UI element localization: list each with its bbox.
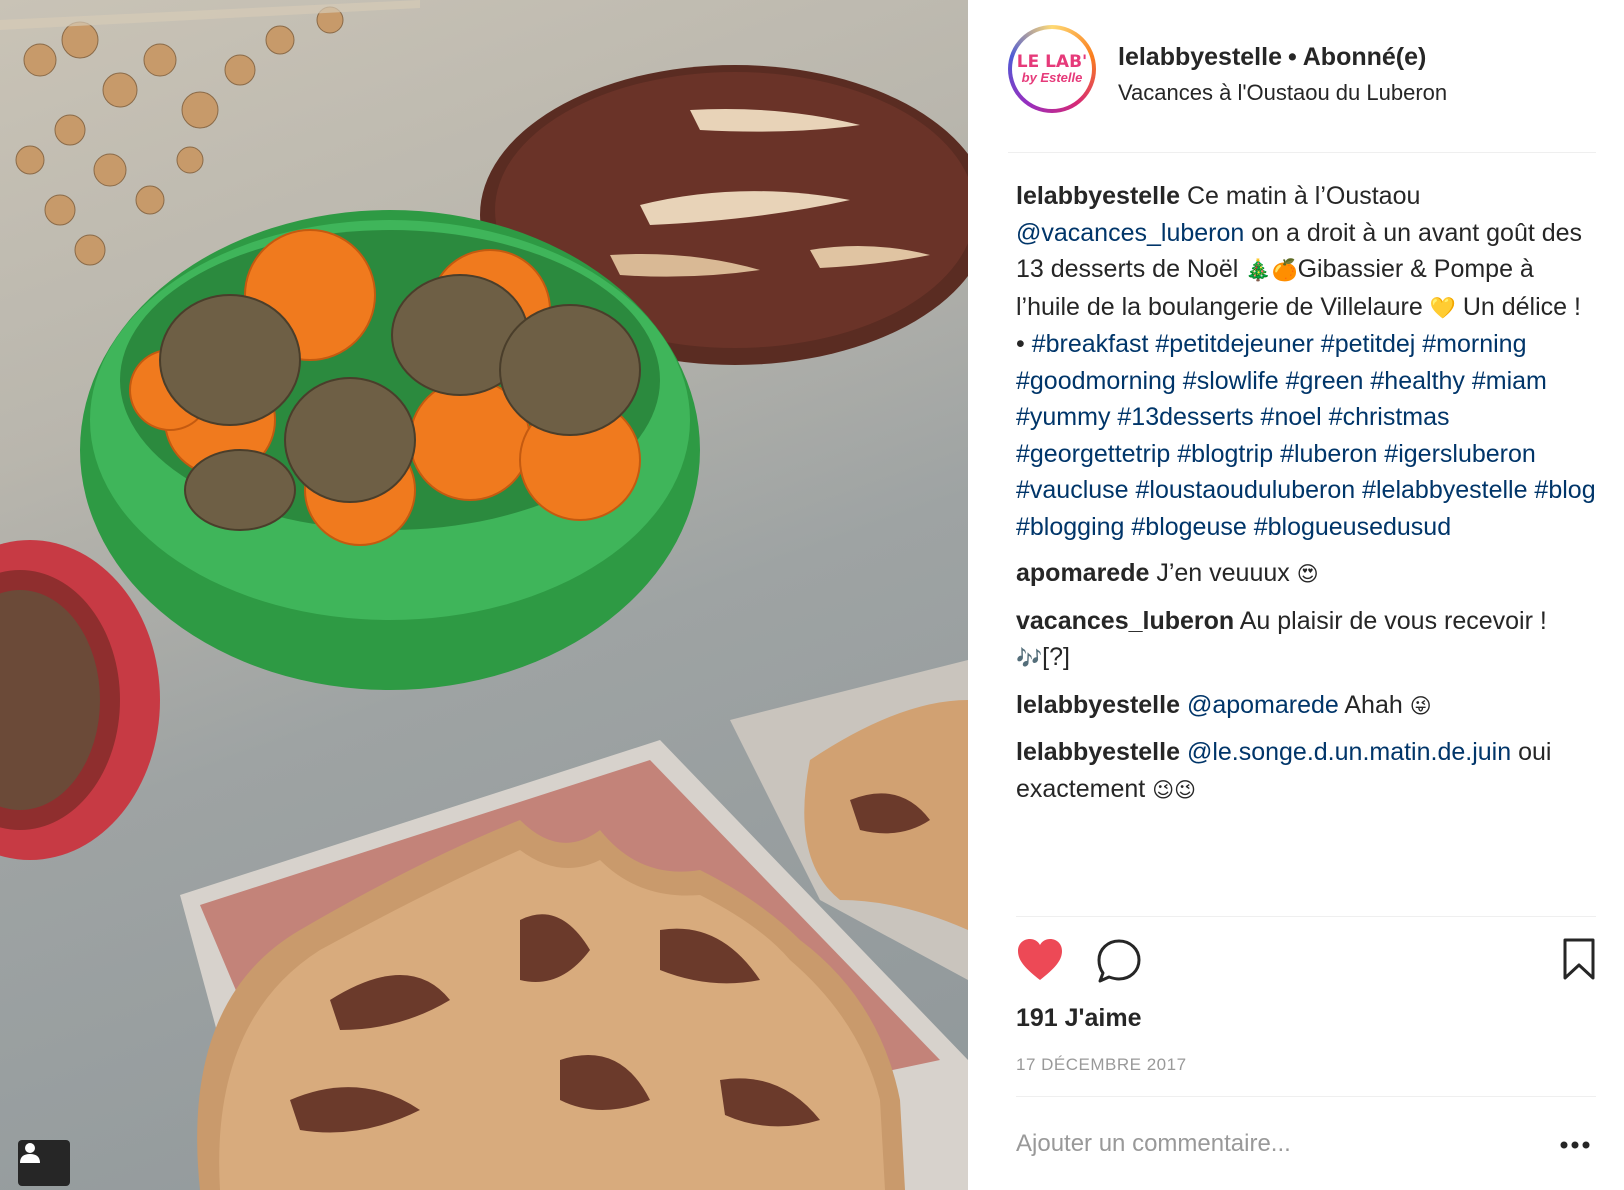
- user-tag-icon: [20, 1143, 40, 1163]
- caption-emoji-2: 💛: [1429, 295, 1456, 320]
- footer-divider: [1016, 1096, 1596, 1097]
- post-date[interactable]: 17 DÉCEMBRE 2017: [1016, 1055, 1187, 1075]
- comments-section: lelabbyestelle Ce matin à l’Oustaou @vac…: [1016, 178, 1596, 818]
- red-bowl: [0, 540, 160, 860]
- comment-emoji: 😍: [1296, 562, 1319, 586]
- bookmark-icon[interactable]: [1562, 938, 1596, 980]
- header-separator: •: [1287, 43, 1297, 71]
- logo-bottom-text: by Estelle: [1021, 70, 1083, 85]
- action-bar: [1016, 938, 1596, 986]
- caption-mention[interactable]: @vacances_luberon: [1016, 219, 1244, 247]
- avatar[interactable]: LE LAB' by Estelle: [1008, 25, 1096, 113]
- comment-emoji: 😉😉: [1152, 777, 1196, 802]
- header-title-row: lelabbyestelle • Abonné(e): [1118, 43, 1426, 72]
- location-link[interactable]: Vacances à l'Oustaou du Luberon: [1118, 80, 1447, 106]
- comment-username[interactable]: vacances_luberon: [1016, 607, 1234, 635]
- likes-count[interactable]: 191 J'aime: [1016, 1004, 1142, 1033]
- comment-username[interactable]: apomarede: [1016, 559, 1149, 587]
- comment-mention[interactable]: @apomarede: [1187, 691, 1339, 719]
- comment-username[interactable]: lelabbyestelle: [1016, 691, 1180, 719]
- comment-mention[interactable]: @le.songe.d.un.matin.de.juin: [1187, 738, 1511, 766]
- follow-state-button[interactable]: Abonné(e): [1303, 43, 1427, 71]
- header-divider: [1016, 152, 1596, 153]
- comment-text: Ahah: [1344, 690, 1403, 719]
- comment-item: apomarede J’en veuuux 😍: [1016, 555, 1596, 593]
- caption-emoji-1: 🎄🍊: [1245, 258, 1298, 282]
- post-photo[interactable]: [0, 0, 968, 1190]
- actions-divider: [1016, 916, 1596, 917]
- caption: lelabbyestelle Ce matin à l’Oustaou @vac…: [1016, 178, 1596, 545]
- photo-illustration: [0, 0, 968, 1190]
- comment-emoji: 🎶: [1016, 646, 1043, 670]
- tagged-users-button[interactable]: [18, 1140, 70, 1186]
- comment-item: lelabbyestelle @apomarede Ahah 😜: [1016, 687, 1596, 725]
- comment-extra: [?]: [1042, 643, 1070, 671]
- caption-text-1: Ce matin à l’Oustaou: [1186, 182, 1421, 210]
- add-comment-input[interactable]: Ajouter un commentaire...: [1016, 1130, 1291, 1158]
- comment-item: vacances_luberon Au plaisir de vous rece…: [1016, 603, 1596, 677]
- logo-top-text: LE LAB': [1016, 52, 1088, 72]
- caption-hashtags[interactable]: #breakfast #petitdejeuner #petitdej #mor…: [1016, 330, 1596, 541]
- heart-icon[interactable]: [1016, 938, 1064, 982]
- comment-emoji: 😜: [1409, 693, 1432, 718]
- comment-item: lelabbyestelle @le.songe.d.un.matin.de.j…: [1016, 734, 1596, 808]
- comment-text: J’en veuuux: [1156, 559, 1290, 587]
- comment-text: Au plaisir de vous recevoir !: [1239, 606, 1547, 635]
- caption-author[interactable]: lelabbyestelle: [1016, 182, 1180, 210]
- avatar-logo: LE LAB' by Estelle: [1012, 29, 1092, 109]
- comment-username[interactable]: lelabbyestelle: [1016, 738, 1180, 766]
- header-username[interactable]: lelabbyestelle: [1118, 43, 1282, 71]
- more-icon: [1560, 1141, 1590, 1149]
- comment-icon[interactable]: [1096, 938, 1142, 984]
- more-options-button[interactable]: [1560, 1136, 1590, 1154]
- green-basket: [80, 210, 700, 690]
